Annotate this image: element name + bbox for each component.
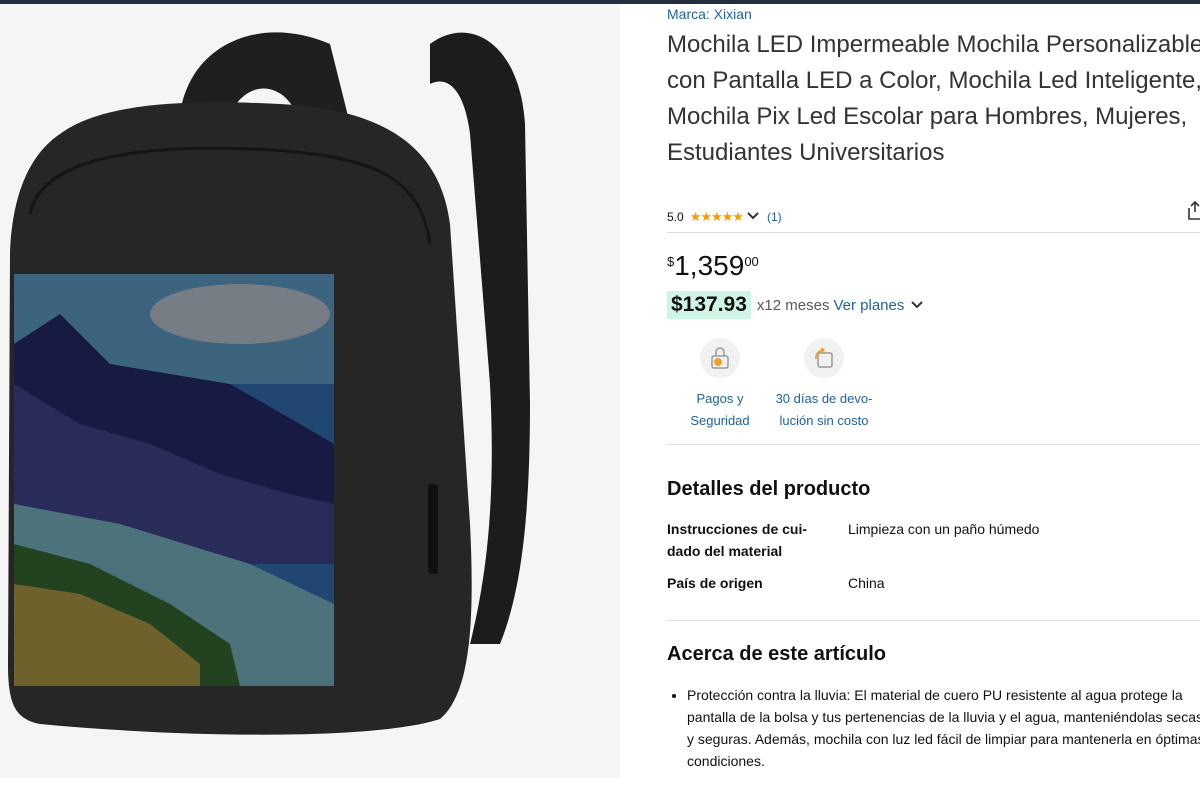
feature-label-line1: Pagos y [696,391,744,406]
price-symbol: $ [667,254,675,269]
feature-label-line1: 30 días de devo- [775,391,873,406]
spec-value-origin: China [848,575,885,591]
product-title: Mochila LED Impermeable Mochila Personal… [667,31,1200,166]
about-bullet-list: Protección contra la lluvia: El material… [667,684,1200,772]
spec-label-line: Instrucciones de cui- [667,521,808,537]
feature-label-line2: Seguridad [690,413,750,428]
installment-months: x12 meses [756,296,830,314]
product-image[interactable] [0,4,620,778]
rating-summary[interactable]: 5.0 ★★★★★ (1) [667,209,782,225]
divider [667,444,1200,445]
view-plans-link[interactable]: Ver planes [833,297,904,314]
installment-row: $137.93 x12 meses Ver planes [667,291,924,319]
list-item: Protección contra la lluvia: El material… [687,684,1200,772]
spec-value-care: Limpieza con un paño húmedo [848,521,1040,537]
bottom-strip [0,778,1200,795]
rating-value: 5.0 [667,210,684,224]
feature-secure-payment[interactable]: Pagos y Seguridad [685,338,755,432]
feature-free-returns[interactable]: 30 días de devo- lución sin costo [769,338,879,432]
feature-label-line2: lución sin costo [779,413,869,428]
chevron-down-icon[interactable] [747,211,759,223]
star-rating-icon[interactable]: ★★★★★ [690,209,744,225]
spec-label-origin: País de origen [667,575,763,591]
divider [667,620,1200,621]
price-fraction: 00 [744,254,759,269]
divider [667,232,1200,233]
lock-payment-icon [700,338,740,378]
chevron-down-icon[interactable] [910,300,924,310]
product-details-heading: Detalles del producto [667,478,871,500]
installment-amount: $137.93 [667,291,751,319]
rating-count-link[interactable]: (1) [767,210,782,224]
brand-link[interactable]: Marca: Xixian [667,6,752,22]
about-heading: Acerca de este artículo [667,643,886,665]
spec-label-care: Instrucciones de cui- dado del material [667,518,827,562]
share-icon[interactable] [1187,200,1200,220]
price: $1,35900 [667,250,759,282]
price-whole: 1,359 [674,250,745,281]
product-details-panel: Marca: Xixian Mochila LED Impermeable Mo… [667,0,1200,778]
return-box-icon [804,338,844,378]
spec-label-line: dado del material [667,543,783,559]
